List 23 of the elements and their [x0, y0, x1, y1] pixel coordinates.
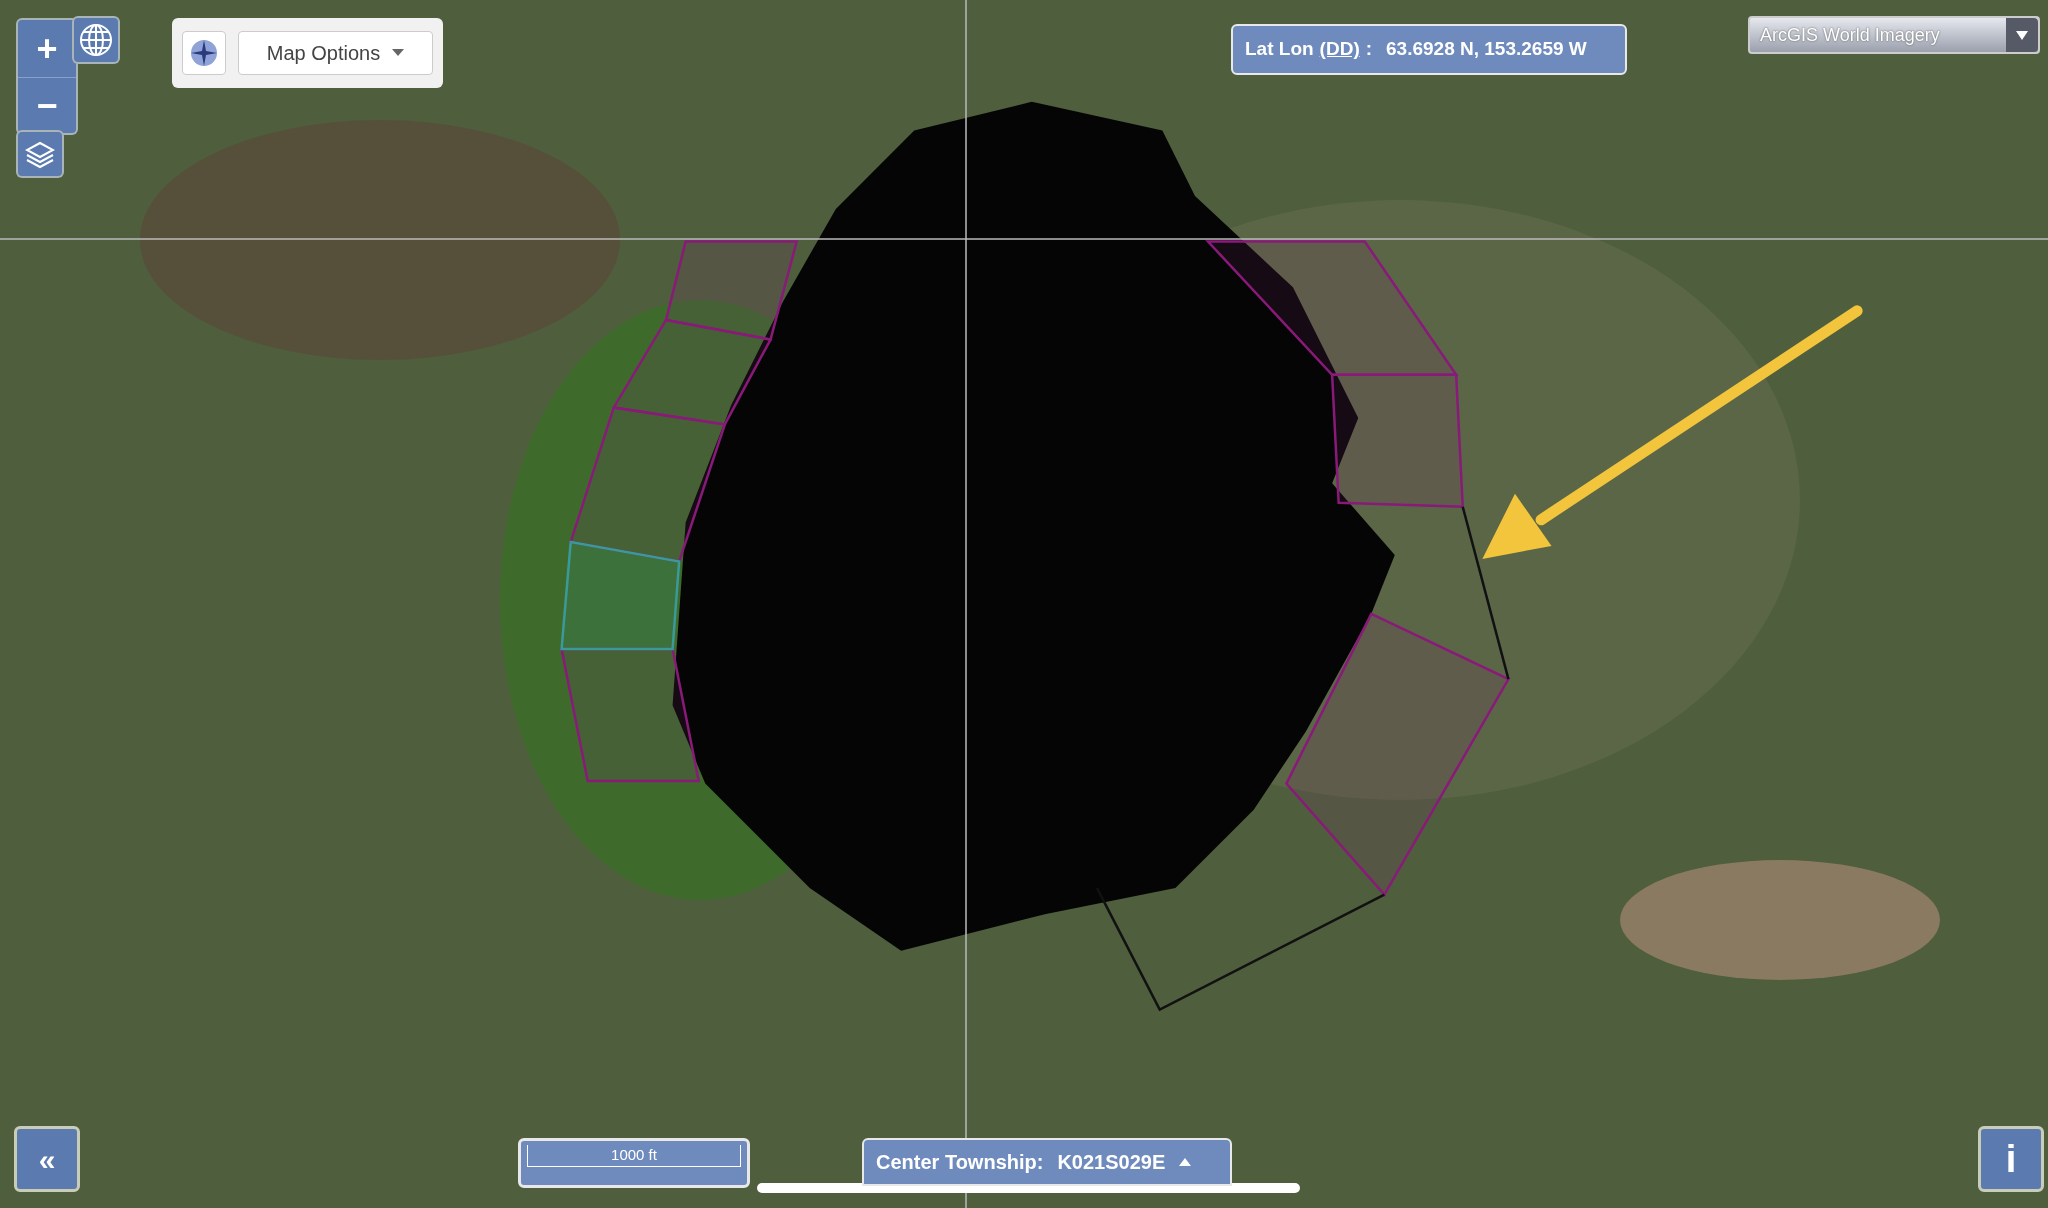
layers-button[interactable]	[16, 130, 64, 178]
caret-icon	[392, 49, 405, 57]
coordinates-separator: :	[1365, 37, 1373, 62]
zoom-out-button[interactable]: −	[18, 78, 76, 133]
scale-label: 1000 ft	[527, 1145, 741, 1167]
map-options-dropdown[interactable]: Map Options	[238, 31, 433, 75]
globe-button[interactable]	[72, 16, 120, 64]
township-value: K021S029E	[1057, 1150, 1166, 1175]
info-button[interactable]: i	[1978, 1126, 2044, 1192]
collapse-button[interactable]: «	[14, 1126, 80, 1192]
township-panel[interactable]: Center Township: K021S029E	[862, 1138, 1232, 1186]
coordinate-format-link[interactable]: (DD)	[1319, 35, 1360, 64]
layers-icon	[25, 139, 55, 169]
township-label: Center Township:	[876, 1150, 1044, 1175]
basemap-value: ArcGIS World Imagery	[1759, 23, 1941, 47]
coordinates-value: 63.6928 N, 153.2659 W	[1386, 37, 1587, 62]
coordinates-label: Lat Lon	[1245, 37, 1314, 62]
caret-up-icon	[1179, 1158, 1192, 1166]
compass-button[interactable]	[182, 31, 226, 75]
compass-icon	[189, 38, 219, 68]
caret-icon	[2016, 30, 2028, 40]
globe-icon	[79, 23, 113, 57]
dropdown-toggle[interactable]	[2006, 18, 2038, 52]
